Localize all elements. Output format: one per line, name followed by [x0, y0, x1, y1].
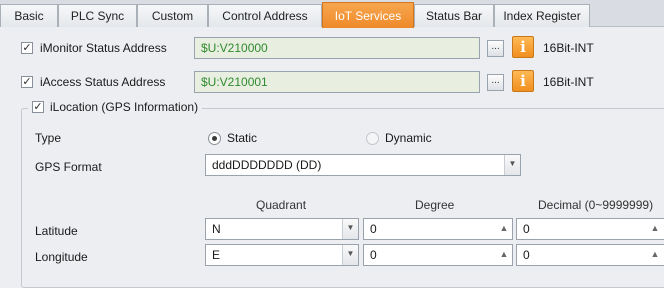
longitude-label: Longitude [35, 250, 88, 264]
latitude-label: Latitude [35, 224, 78, 238]
dynamic-radio[interactable] [366, 132, 379, 145]
ilocation-header: ✓ iLocation (GPS Information) [28, 100, 203, 114]
static-radio[interactable] [208, 132, 221, 145]
iaccess-info-icon[interactable]: i [512, 70, 534, 92]
longitude-decimal-value: 0 [523, 248, 530, 262]
tab-custom[interactable]: Custom [137, 4, 208, 27]
iaccess-checkbox[interactable]: ✓ [21, 76, 33, 88]
iaccess-address-field[interactable]: $U:V210001 [194, 71, 480, 93]
chevron-down-icon[interactable]: ▼ [342, 245, 358, 265]
tab-label: Status Bar [425, 9, 483, 23]
imonitor-label: iMonitor Status Address [40, 41, 167, 55]
imonitor-checkbox[interactable]: ✓ [21, 42, 33, 54]
degree-header: Degree [415, 198, 455, 212]
longitude-quadrant-value: E [212, 248, 221, 262]
spin-up-icon[interactable]: ▲ [496, 219, 512, 239]
longitude-quadrant-select[interactable]: E ▼ [205, 244, 359, 266]
tab-basic[interactable]: Basic [0, 4, 58, 27]
iaccess-label: iAccess Status Address [40, 75, 166, 89]
latitude-decimal-spinner[interactable]: 0 ▲ [516, 218, 664, 240]
tab-index-register[interactable]: Index Register [494, 4, 590, 27]
tab-label: PLC Sync [70, 9, 125, 23]
tab-iot-services[interactable]: IoT Services [322, 2, 414, 28]
decimal-header: Decimal (0~9999999) [538, 198, 654, 212]
tab-label: Control Address [222, 9, 308, 23]
tab-label: Custom [151, 9, 194, 23]
spin-up-icon[interactable]: ▲ [647, 219, 663, 239]
tab-status-bar[interactable]: Status Bar [414, 4, 494, 27]
quadrant-header: Quadrant [256, 198, 307, 212]
chevron-down-icon[interactable]: ▼ [342, 219, 358, 239]
spin-up-icon[interactable]: ▲ [496, 245, 512, 265]
imonitor-info-icon[interactable]: i [512, 36, 534, 58]
static-label: Static [227, 131, 258, 145]
longitude-degree-spinner[interactable]: 0 ▲ [363, 244, 513, 266]
tab-bar: Basic PLC Sync Custom Control Address Io… [0, 0, 664, 28]
spin-up-icon[interactable]: ▲ [647, 245, 663, 265]
ilocation-checkbox[interactable]: ✓ [32, 101, 44, 113]
iaccess-browse-button[interactable]: ... [487, 74, 504, 91]
longitude-decimal-spinner[interactable]: 0 ▲ [516, 244, 664, 266]
latitude-degree-spinner[interactable]: 0 ▲ [363, 218, 513, 240]
tab-plc-sync[interactable]: PLC Sync [58, 4, 137, 27]
tab-label: Index Register [503, 9, 581, 23]
tab-label: Basic [14, 9, 44, 23]
latitude-quadrant-value: N [212, 222, 221, 236]
gps-format-label: GPS Format [35, 160, 102, 174]
gps-format-select[interactable]: dddDDDDDDD (DD) ▼ [205, 154, 521, 176]
imonitor-browse-button[interactable]: ... [487, 40, 504, 57]
imonitor-type: 16Bit-INT [543, 41, 594, 55]
longitude-degree-value: 0 [370, 248, 377, 262]
latitude-degree-value: 0 [370, 222, 377, 236]
ilocation-title: iLocation (GPS Information) [50, 100, 199, 114]
imonitor-address-field[interactable]: $U:V210000 [194, 37, 480, 59]
dynamic-label: Dynamic [385, 131, 432, 145]
latitude-quadrant-select[interactable]: N ▼ [205, 218, 359, 240]
latitude-decimal-value: 0 [523, 222, 530, 236]
tab-control-address[interactable]: Control Address [208, 4, 322, 27]
iaccess-type: 16Bit-INT [543, 75, 594, 89]
gps-format-value: dddDDDDDDD (DD) [212, 158, 322, 172]
type-label: Type [35, 131, 62, 145]
tab-label: IoT Services [334, 8, 402, 23]
chevron-down-icon[interactable]: ▼ [504, 155, 520, 175]
